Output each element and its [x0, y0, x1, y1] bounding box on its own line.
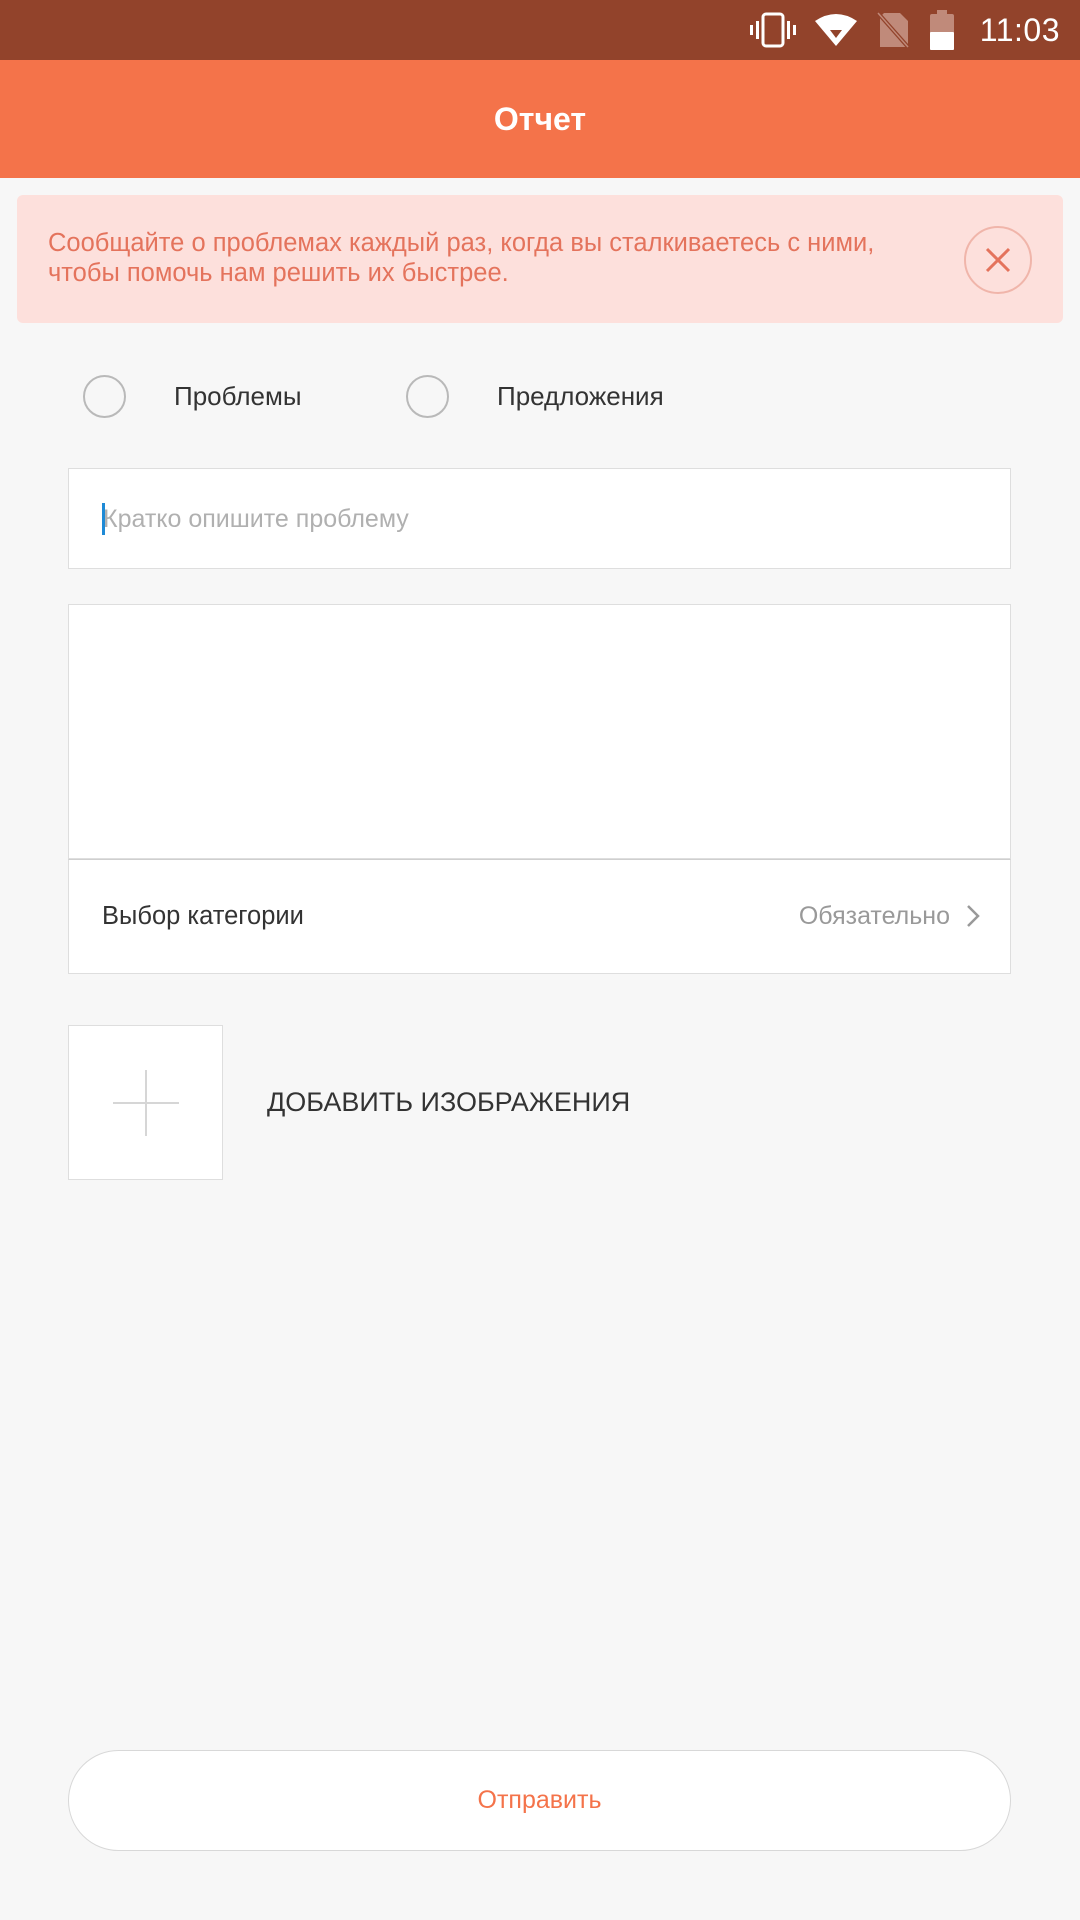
vibrate-icon	[749, 12, 796, 48]
status-time: 11:03	[979, 11, 1060, 48]
problem-title-input[interactable]: Кратко опишите проблему	[68, 468, 1011, 569]
app-bar: Отчет	[0, 60, 1080, 178]
radio-option-problems[interactable]: Проблемы	[83, 373, 302, 419]
page-title: Отчет	[493, 100, 587, 137]
notice-text: Сообщайте о проблемах каждый раз, когда …	[48, 229, 875, 287]
notice-banner: Сообщайте о проблемах каждый раз, когда …	[17, 195, 1063, 323]
wifi-icon	[814, 13, 858, 47]
battery-icon	[928, 10, 956, 50]
category-required-hint: Обязательно	[798, 902, 950, 930]
add-image-button[interactable]	[68, 1025, 223, 1180]
category-label: Выбор категории	[102, 902, 304, 930]
radio-label: Проблемы	[174, 380, 302, 411]
radio-button[interactable]	[406, 374, 449, 418]
problem-description-textarea[interactable]	[68, 604, 1011, 859]
status-bar: 11:03	[0, 0, 1080, 60]
radio-button[interactable]	[83, 374, 126, 418]
plus-icon	[112, 1069, 179, 1136]
add-images-label: ДОБАВИТЬ ИЗОБРАЖЕНИЯ	[267, 1087, 631, 1117]
notice-close-button[interactable]	[964, 226, 1032, 294]
radio-option-suggestions[interactable]: Предложения	[406, 373, 664, 419]
report-type-selector: Проблемы Предложения	[0, 373, 1080, 419]
category-selector[interactable]: Выбор категории Обязательно	[68, 859, 1011, 974]
close-icon	[985, 247, 1011, 273]
radio-label: Предложения	[497, 380, 664, 411]
submit-label: Отправить	[477, 1786, 602, 1814]
status-icons: 11:03	[749, 0, 1060, 60]
input-placeholder: Кратко опишите проблему	[103, 505, 409, 533]
no-sim-icon	[876, 11, 910, 49]
chevron-right-icon	[966, 904, 980, 933]
submit-button[interactable]: Отправить	[68, 1750, 1011, 1851]
